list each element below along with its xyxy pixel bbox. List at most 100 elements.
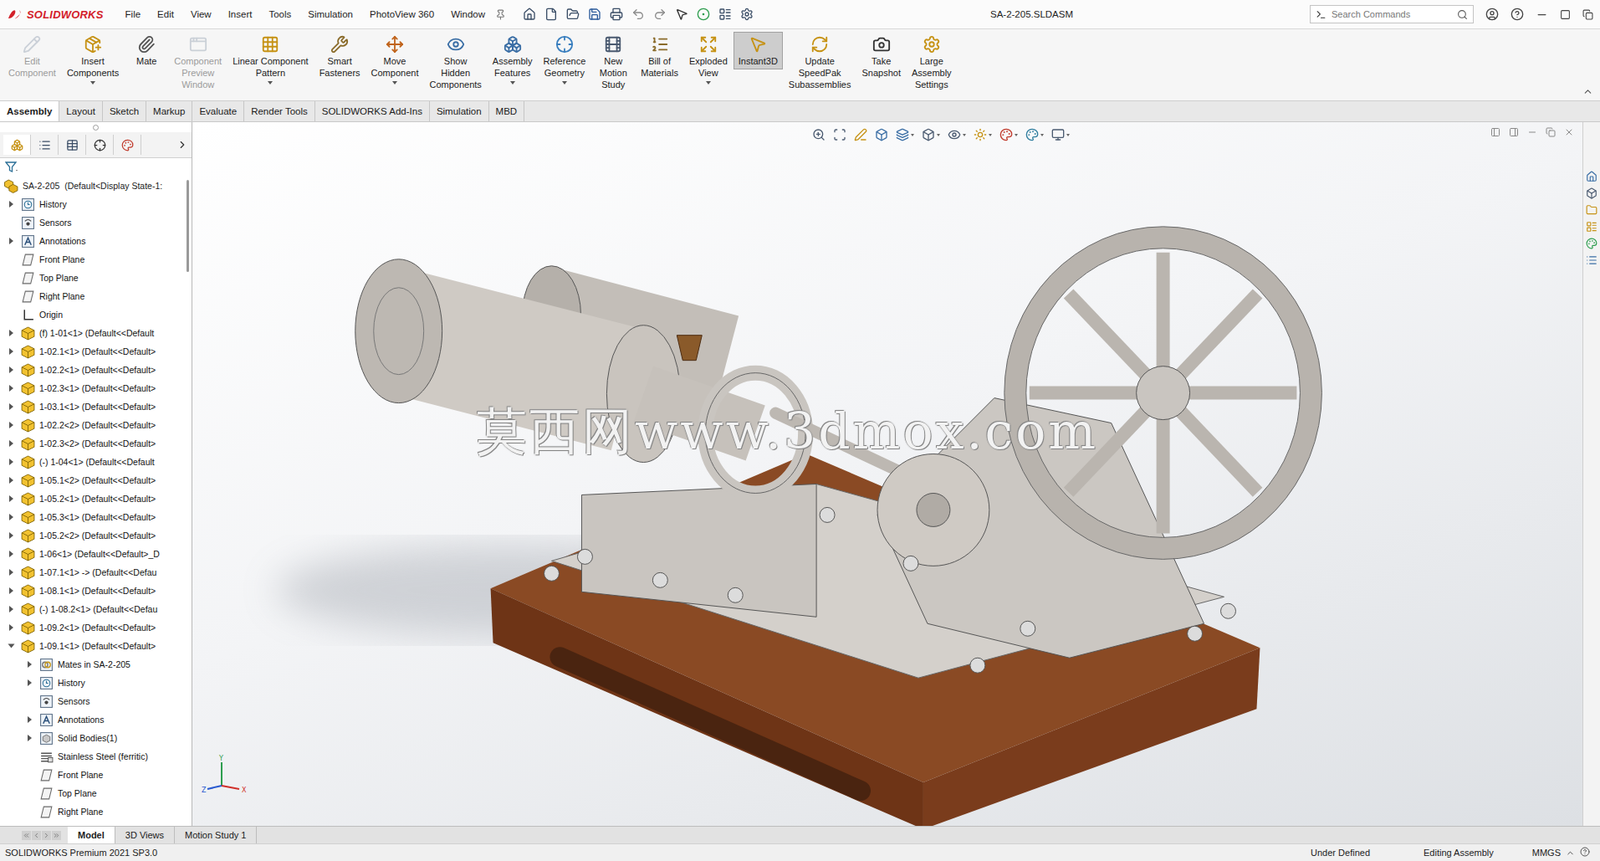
ribbon-button[interactable]: MoveComponent	[366, 31, 425, 88]
view-tool-button[interactable]	[833, 127, 847, 142]
file-properties-icon[interactable]	[718, 7, 732, 21]
menu-item[interactable]: Simulation	[301, 6, 360, 22]
expand-arrow-icon[interactable]	[23, 679, 36, 686]
filter-icon[interactable]	[5, 161, 19, 174]
expand-arrow-icon[interactable]	[5, 513, 17, 521]
dropdown-caret-icon[interactable]	[392, 81, 398, 85]
dropdown-caret-icon[interactable]	[510, 81, 516, 85]
dropdown-caret-icon[interactable]	[90, 81, 96, 85]
graphics-area[interactable]: 莫西网www.3dmox.comYZX	[192, 122, 1583, 826]
view-tool-button[interactable]	[947, 127, 967, 142]
view-tool-button[interactable]	[1051, 127, 1070, 142]
menu-item[interactable]: Tools	[261, 6, 298, 22]
dropdown-caret-icon[interactable]	[705, 81, 711, 85]
ribbon-button[interactable]: NewMotionStudy	[591, 31, 635, 93]
dropdown-caret-icon[interactable]	[562, 81, 568, 85]
quick-access-button[interactable]	[587, 7, 602, 21]
open-icon[interactable]	[566, 7, 580, 21]
quick-access-button[interactable]	[718, 7, 732, 21]
task-pane-tab[interactable]	[1585, 204, 1598, 216]
manager-tab[interactable]	[113, 134, 142, 155]
ribbon-button[interactable]: ShowHiddenComponents	[424, 31, 486, 93]
expand-arrow-icon[interactable]	[23, 715, 36, 723]
tree-item[interactable]: (-) 1-04<1> (Default<<Default	[0, 452, 185, 471]
expand-arrow-icon[interactable]	[5, 200, 17, 208]
quick-access-button[interactable]	[696, 7, 711, 21]
tree-item[interactable]: History	[0, 194, 185, 214]
expand-arrow-icon[interactable]	[5, 347, 17, 355]
tree-item[interactable]: Right Plane	[0, 802, 185, 821]
dropdown-caret-icon[interactable]	[267, 81, 273, 85]
menu-item[interactable]: Edit	[150, 6, 181, 22]
first-tab-icon[interactable]	[22, 831, 31, 839]
ribbon-button[interactable]: ReferenceGeometry	[538, 31, 592, 88]
print-icon[interactable]	[609, 7, 624, 21]
app-logo[interactable]: SOLIDWORKS	[6, 7, 104, 21]
viewport-restore-icon[interactable]	[1545, 127, 1556, 138]
task-pane-tab[interactable]	[1585, 254, 1598, 266]
model-tab[interactable]: 3D Views	[115, 826, 175, 844]
quick-access-button[interactable]	[609, 7, 624, 21]
view-tool-button[interactable]	[973, 127, 992, 142]
tree-item[interactable]: 1-05.2<2> (Default<<Default>	[0, 526, 185, 545]
tree-scrollbar[interactable]	[184, 176, 192, 826]
ribbon-button[interactable]: ExplodedView	[684, 31, 733, 88]
tree-item[interactable]: Top Plane	[0, 268, 185, 287]
menu-item[interactable]: File	[118, 6, 149, 22]
tree-root[interactable]: SA-2-205 (Default<Display State-1:	[0, 176, 185, 195]
tree-item[interactable]: Right Plane	[0, 286, 185, 306]
ribbon-button[interactable]: SmartFasteners	[314, 31, 366, 82]
ribbon-button[interactable]: Linear ComponentPattern	[227, 31, 314, 88]
redo-icon[interactable]	[653, 7, 667, 21]
tree-item[interactable]: Front Plane	[0, 765, 185, 784]
menu-item[interactable]: Window	[444, 6, 492, 22]
expand-arrow-icon[interactable]	[5, 587, 17, 594]
expand-arrow-icon[interactable]	[5, 237, 17, 245]
previous-tab-icon[interactable]	[32, 831, 41, 839]
tree-item[interactable]: Mates in SA-2-205	[0, 654, 185, 674]
tree-item[interactable]: 1-03.1<1> (Default<<Default>	[0, 397, 185, 416]
quick-access-button[interactable]	[674, 7, 689, 21]
command-tab[interactable]: Render Tools	[244, 101, 316, 122]
view-tool-button[interactable]	[1025, 127, 1044, 142]
tile-icon[interactable]	[1559, 9, 1571, 21]
tree-item[interactable]: 1-09.1<1> (Default<<Default>	[0, 636, 185, 655]
restore-icon[interactable]	[1582, 9, 1594, 21]
manager-tab[interactable]	[86, 134, 114, 155]
tree-item[interactable]: 1-09.2<1> (Default<<Default>	[0, 618, 185, 637]
ribbon-button[interactable]: InsertComponents	[61, 31, 124, 88]
command-tab[interactable]: Layout	[59, 101, 103, 122]
viewport-minimize-icon[interactable]	[1527, 127, 1538, 138]
view-tool-button[interactable]	[853, 127, 868, 142]
menu-item[interactable]: View	[184, 6, 219, 22]
tree-item[interactable]: 1-02.3<2> (Default<<Default>	[0, 434, 185, 453]
ribbon-button[interactable]: Bill ofMaterials	[635, 31, 684, 82]
tree-item[interactable]: 1-06<1> (Default<<Default>_D	[0, 544, 185, 563]
view-tool-button[interactable]	[921, 127, 941, 142]
expand-arrow-icon[interactable]	[23, 660, 36, 668]
model-tab[interactable]: Motion Study 1	[174, 826, 257, 844]
expand-arrow-icon[interactable]	[5, 568, 17, 576]
menu-item[interactable]: Insert	[221, 6, 260, 22]
collapse-icon[interactable]	[1582, 86, 1594, 98]
last-tab-icon[interactable]	[52, 831, 61, 839]
tree-item[interactable]: 1-02.2<1> (Default<<Default>	[0, 360, 185, 379]
task-pane-tab[interactable]	[1585, 187, 1598, 200]
ribbon-button[interactable]: AssemblyFeatures	[487, 31, 538, 88]
next-tab-icon[interactable]	[42, 831, 51, 839]
quick-access-button[interactable]	[740, 7, 754, 21]
units-menu-icon[interactable]	[1565, 848, 1575, 858]
model-tab[interactable]: Model	[67, 826, 116, 844]
tree-item[interactable]: History	[0, 673, 185, 692]
quick-access-button[interactable]	[566, 7, 580, 21]
ribbon-button[interactable]: Instant3D	[733, 31, 783, 70]
tree-item[interactable]: 1-02.1<1> (Default<<Default>	[0, 342, 185, 361]
tree-item[interactable]: 1-02.3<1> (Default<<Default>	[0, 378, 185, 398]
select-icon[interactable]	[674, 7, 689, 21]
rebuild-icon[interactable]	[696, 7, 711, 21]
tree-item[interactable]: Stainless Steel (ferritic)	[0, 746, 185, 766]
expand-arrow-icon[interactable]	[5, 384, 17, 392]
command-tab[interactable]: SOLIDWORKS Add-Ins	[315, 101, 430, 122]
tree-item[interactable]: (f) 1-01<1> (Default<<Default	[0, 323, 185, 343]
options-icon[interactable]	[740, 7, 754, 21]
